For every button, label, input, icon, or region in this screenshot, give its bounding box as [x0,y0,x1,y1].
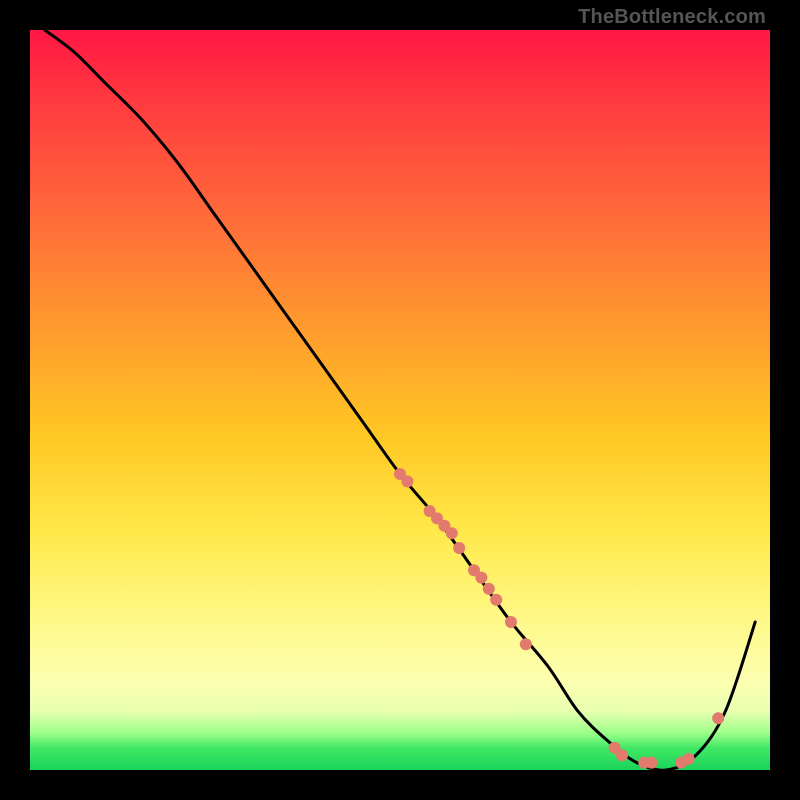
marker-layer [394,468,724,769]
data-point-marker [475,572,487,584]
data-point-marker [505,616,517,628]
data-point-marker [616,749,628,761]
chart-svg [30,30,770,770]
chart-frame [30,30,770,770]
data-point-marker [520,638,532,650]
data-point-marker [453,542,465,554]
data-point-marker [483,583,495,595]
data-point-marker [490,594,502,606]
bottleneck-curve-path [45,30,755,770]
data-point-marker [446,527,458,539]
data-point-marker [712,712,724,724]
watermark-text: TheBottleneck.com [578,6,766,29]
data-point-marker [646,757,658,769]
data-point-marker [401,475,413,487]
data-point-marker [683,753,695,765]
